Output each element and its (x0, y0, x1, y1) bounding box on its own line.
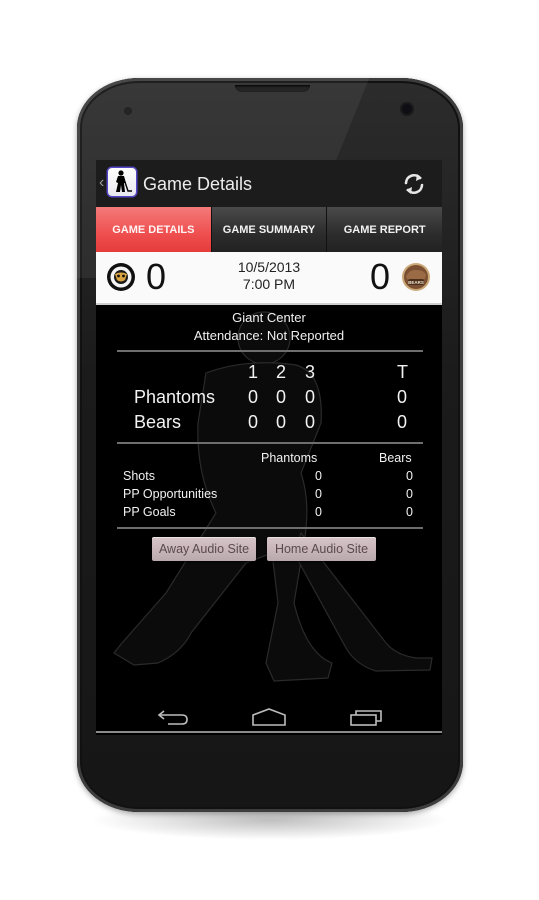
game-datetime: 10/5/2013 7:00 PM (96, 259, 442, 293)
period-score: 0 (276, 412, 287, 432)
game-details-content: Giant Center Attendance: Not Reported 1 … (96, 303, 442, 693)
front-camera (402, 104, 412, 114)
stats-value: 0 (406, 487, 413, 501)
tab-bar: GAME DETAILS GAME SUMMARY GAME REPORT (96, 207, 442, 252)
refresh-icon[interactable] (401, 171, 427, 197)
recent-apps-icon[interactable] (349, 708, 383, 726)
stats-column-header: Bears (379, 451, 412, 465)
stats-row-label: PP Goals (123, 505, 176, 519)
action-bar: ‹ Game Details (96, 160, 442, 207)
earpiece-speaker (235, 85, 310, 92)
period-score: 0 (305, 387, 316, 407)
home-score: 0 (370, 256, 391, 297)
stats-column-header: Phantoms (261, 451, 318, 465)
divider (117, 527, 423, 529)
bears-logo-icon: BEARS (402, 263, 430, 291)
period-score: 0 (305, 412, 316, 432)
phone-screen: ‹ Game Details GAME DETAILS GAME SUMMARY… (96, 160, 442, 735)
proximity-sensor (124, 107, 132, 115)
stats-value: 0 (406, 505, 413, 519)
period-header-2: 2 (276, 362, 287, 382)
game-time: 7:00 PM (242, 276, 296, 292)
period-score: 0 (248, 412, 259, 432)
stats-value: 0 (315, 487, 322, 501)
stats-value: 0 (315, 505, 322, 519)
tab-game-summary[interactable]: GAME SUMMARY (210, 207, 327, 252)
stats-row-label: Shots (123, 469, 155, 483)
period-header-1: 1 (248, 362, 259, 382)
divider (117, 350, 423, 352)
attendance: Attendance: Not Reported (193, 328, 345, 343)
hockey-player-icon[interactable] (108, 168, 136, 196)
svg-text:BEARS: BEARS (408, 280, 424, 285)
period-score: 0 (276, 387, 287, 407)
venue-name: Giant Center (232, 310, 306, 325)
up-navigation-chevron[interactable]: ‹ (99, 173, 104, 193)
period-row-team: Bears (134, 412, 182, 432)
back-icon[interactable] (156, 708, 190, 726)
score-header: 0 10/5/2013 7:00 PM 0 BEARS (96, 252, 442, 305)
stats-row-label: PP Opportunities (123, 487, 218, 501)
system-navigation-bar (96, 700, 442, 733)
divider (117, 442, 423, 444)
period-header-total: T (397, 362, 408, 382)
stats-value: 0 (406, 469, 413, 483)
page-title: Game Details (143, 174, 253, 194)
period-total: 0 (397, 412, 408, 432)
period-row-team: Phantoms (134, 387, 216, 407)
home-icon[interactable] (251, 708, 287, 726)
period-header-3: 3 (305, 362, 316, 382)
period-score: 0 (248, 387, 259, 407)
stats-value: 0 (315, 469, 322, 483)
away-audio-site-button[interactable]: Away Audio Site (152, 537, 256, 561)
tab-game-details[interactable]: GAME DETAILS (96, 207, 211, 252)
home-audio-site-button[interactable]: Home Audio Site (267, 537, 376, 561)
tab-game-report[interactable]: GAME REPORT (326, 207, 442, 252)
period-total: 0 (397, 387, 408, 407)
game-date: 10/5/2013 (237, 259, 301, 275)
